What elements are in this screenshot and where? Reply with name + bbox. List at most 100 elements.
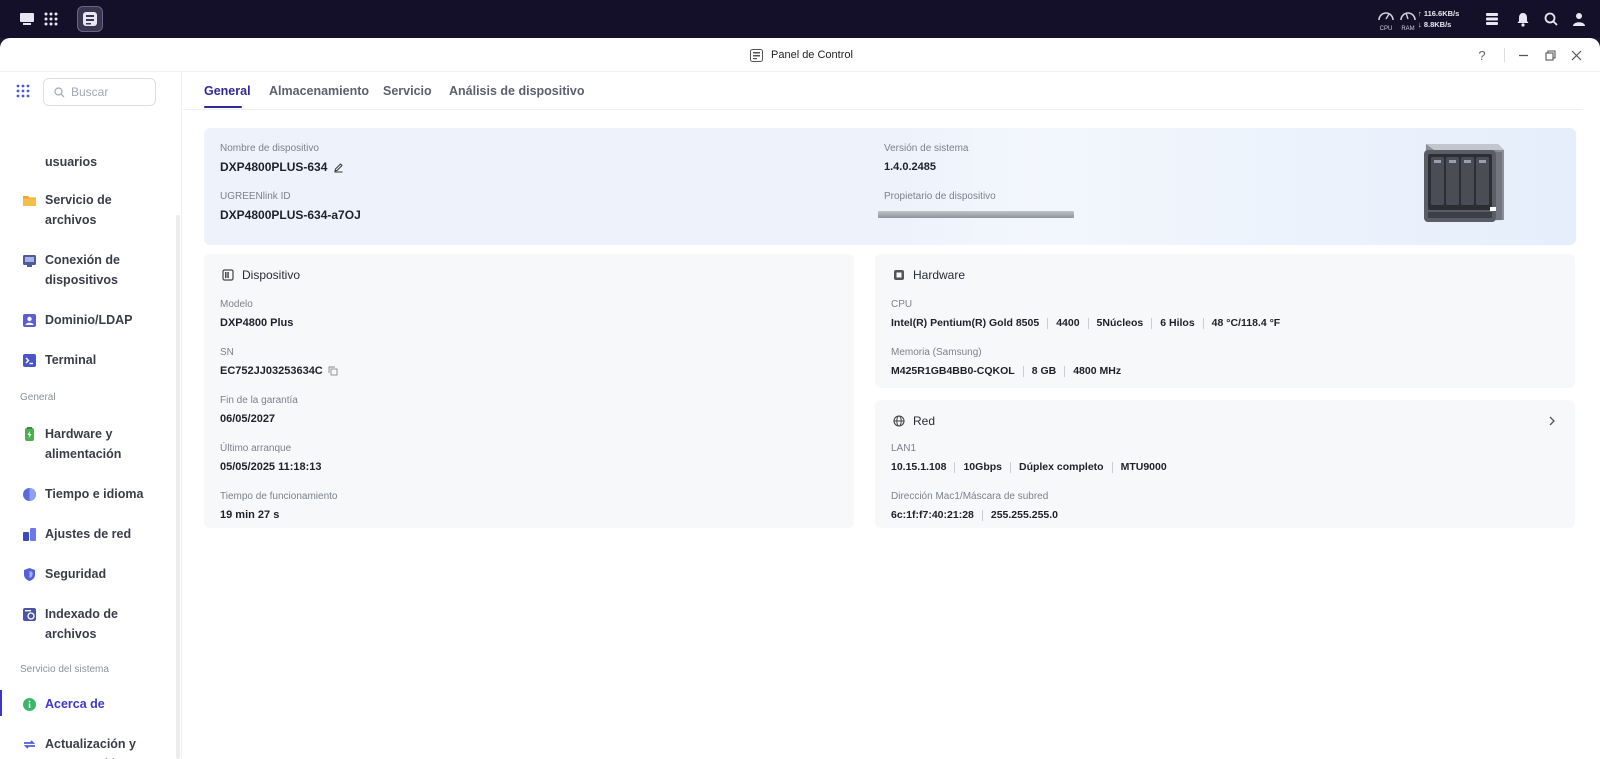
window-title: Panel de Control [750, 38, 853, 72]
desktop-icon[interactable] [14, 6, 40, 32]
network-card-header: Red [893, 414, 935, 428]
minimize-button[interactable] [1514, 46, 1532, 64]
sidebar-item-time-language[interactable]: Tiempo e idioma [0, 484, 176, 506]
task-manager-icon[interactable] [1481, 0, 1503, 38]
device-info-card: Dispositivo Modelo DXP4800 Plus SN EC752… [204, 254, 854, 528]
sidebar-item-file-indexing[interactable]: Indexado de archivos [0, 604, 176, 646]
sidebar-item-hardware-power[interactable]: Hardware y alimentación [0, 424, 176, 466]
control-panel-icon [750, 48, 763, 62]
search-box[interactable] [43, 78, 156, 106]
window-title-text: Panel de Control [771, 49, 853, 61]
device-card-title: Dispositivo [242, 268, 301, 282]
uptime-label: Tiempo de funcionamiento [220, 491, 338, 502]
sidebar-scrollbar[interactable] [176, 215, 180, 759]
search-input[interactable] [71, 85, 151, 99]
sidebar-item-label: Servicio de archivos [45, 193, 112, 227]
tab-general[interactable]: General [204, 84, 251, 98]
search-icon [54, 86, 65, 97]
sidebar-item-label: Tiempo e idioma [45, 487, 144, 501]
control-panel-taskbar-icon[interactable] [77, 6, 103, 32]
sidebar-item-label: Terminal [45, 353, 97, 367]
system-taskbar: CPU RAM ↑ 116.6KB/s ↓ 8.8KB/s [0, 0, 1600, 38]
sidebar-item-terminal[interactable]: Terminal [0, 350, 176, 372]
globe-icon [893, 415, 905, 427]
hardware-card-header: Hardware [893, 268, 965, 282]
sidebar-item-device-connection[interactable]: Conexión de dispositivos [0, 250, 176, 292]
search-icon[interactable] [1540, 0, 1562, 38]
network-card[interactable]: Red LAN1 10.15.1.108 10Gbps Dúplex compl… [875, 400, 1575, 528]
system-version-value: 1.4.0.2485 [884, 161, 936, 173]
cpu-meter[interactable]: CPU [1376, 0, 1396, 38]
lan-details: 10.15.1.108 10Gbps Dúplex completo MTU90… [891, 461, 1167, 473]
maximize-button[interactable] [1541, 46, 1559, 64]
memory-speed: 4800 MHz [1073, 365, 1122, 377]
copy-icon[interactable] [328, 366, 338, 376]
file-indexing-icon [23, 608, 36, 621]
uptime-value: 19 min 27 s [220, 509, 280, 521]
memory-details: M425R1GB4BB0-CQKOL 8 GB 4800 MHz [891, 365, 1121, 377]
mac-label: Dirección Mac1/Máscara de subred [891, 491, 1049, 502]
sidebar-item-update-recovery[interactable]: Actualización y recuperación [0, 734, 176, 759]
sidebar-item-domain-ldap[interactable]: Dominio/LDAP [0, 310, 176, 332]
model-value: DXP4800 Plus [220, 317, 294, 329]
system-version-label: Versión de sistema [884, 143, 969, 154]
sidebar-item-usuarios[interactable]: usuarios [0, 152, 176, 176]
sidebar-item-label: Hardware y alimentación [45, 427, 122, 461]
sidebar-section-system-service: Servicio del sistema [20, 664, 109, 675]
sidebar-item-label: Acerca de [45, 697, 105, 711]
help-button[interactable]: ? [1473, 46, 1491, 64]
sidebar-item-network-settings[interactable]: Ajustes de red [0, 524, 176, 546]
time-language-icon [23, 488, 36, 501]
memory-model: M425R1GB4BB0-CQKOL [891, 365, 1015, 377]
tab-device-analysis[interactable]: Análisis de dispositivo [449, 84, 584, 98]
sidebar-item-about[interactable]: Acerca de [0, 694, 176, 716]
sidebar-item-label: Indexado de archivos [45, 607, 118, 641]
sidebar-item-label: Conexión de dispositivos [45, 253, 121, 287]
lan-ip: 10.15.1.108 [891, 461, 947, 473]
sidebar-item-file-service[interactable]: Servicio de archivos [0, 190, 176, 232]
close-button[interactable] [1567, 46, 1585, 64]
device-connection-icon [23, 255, 36, 267]
sidebar-item-label: usuarios [45, 155, 98, 169]
hardware-power-icon [25, 427, 34, 441]
tab-service[interactable]: Servicio [383, 84, 432, 98]
sidebar: usuarios Servicio de archivos Conexión d… [0, 72, 182, 759]
network-settings-icon [23, 528, 36, 541]
cpu-label: CPU [891, 299, 913, 310]
sidebar-item-security[interactable]: Seguridad [0, 564, 176, 586]
hardware-card: Hardware CPU Intel(R) Pentium(R) Gold 85… [875, 254, 1575, 388]
sidebar-section-general: General [20, 392, 56, 403]
apps-menu-icon[interactable] [16, 84, 30, 103]
mac-address: 6c:1f:f7:40:21:28 [891, 509, 974, 521]
ugreenlink-id-value: DXP4800PLUS-634-a7OJ [220, 208, 361, 222]
shield-icon [24, 568, 35, 581]
cpu-meter-label: CPU [1379, 26, 1393, 32]
app-grid-icon[interactable] [38, 6, 64, 32]
user-account-icon[interactable] [1568, 0, 1590, 38]
upload-speed: ↑ 116.6KB/s [1418, 9, 1460, 18]
active-tab-indicator [204, 106, 242, 108]
cpu-temperature: 48 °C/118.4 °F [1211, 317, 1281, 329]
notification-bell-icon[interactable] [1512, 0, 1534, 38]
titlebar-divider [1504, 48, 1505, 62]
memory-size: 8 GB [1031, 365, 1057, 377]
window-titlebar[interactable]: Panel de Control ? [0, 38, 1600, 72]
cpu-details: Intel(R) Pentium(R) Gold 8505 4400 5Núcl… [891, 317, 1280, 329]
last-boot-value: 05/05/2025 11:18:13 [220, 461, 322, 473]
folder-icon [23, 196, 36, 206]
warranty-value: 06/05/2027 [220, 413, 276, 425]
chevron-right-icon[interactable] [1547, 415, 1557, 427]
cpu-model: Intel(R) Pentium(R) Gold 8505 [891, 317, 1040, 329]
device-summary-card: Nombre de dispositivo DXP4800PLUS-634 UG… [204, 128, 1576, 245]
edit-icon[interactable] [333, 162, 344, 173]
ram-meter[interactable]: RAM [1398, 0, 1418, 38]
network-card-title: Red [913, 414, 936, 428]
device-name-row: DXP4800PLUS-634 [220, 160, 344, 174]
device-card-header: Dispositivo [222, 268, 300, 282]
main-content: General Almacenamiento Servicio Análisis… [183, 72, 1600, 759]
network-speed[interactable]: ↑ 116.6KB/s ↓ 8.8KB/s [1418, 8, 1459, 30]
last-boot-label: Último arranque [220, 443, 292, 454]
sidebar-item-label: Seguridad [45, 567, 107, 581]
update-recovery-icon [23, 740, 36, 749]
tab-storage[interactable]: Almacenamiento [269, 84, 369, 98]
